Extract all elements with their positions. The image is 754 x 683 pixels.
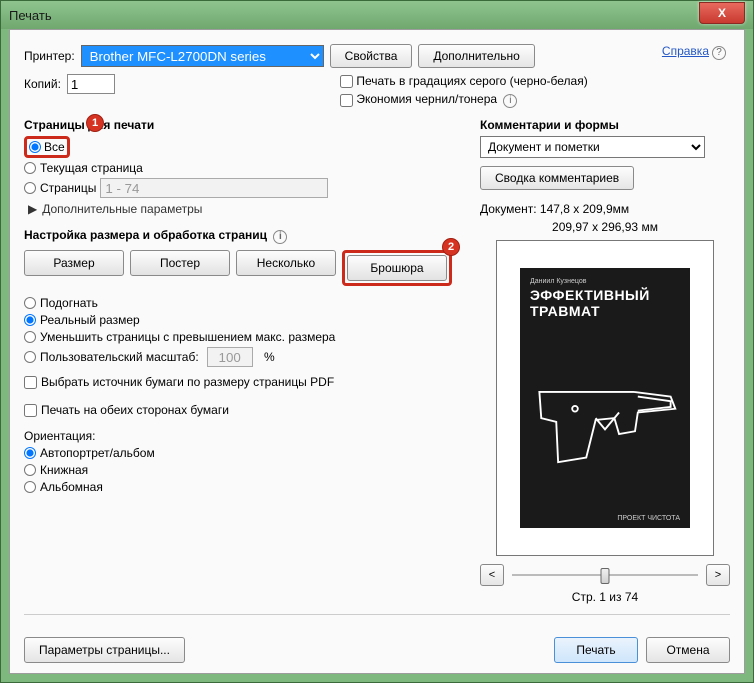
- sizing-section-title: Настройка размера и обработка страниц i: [24, 228, 466, 244]
- help-link[interactable]: Справка?: [662, 44, 726, 60]
- comments-combo[interactable]: Документ и пометки: [480, 136, 705, 158]
- ink-check-row[interactable]: Экономия чернил/тонера i: [340, 92, 588, 108]
- shrink-radio[interactable]: [24, 331, 36, 343]
- advanced-button[interactable]: Дополнительно: [418, 44, 534, 68]
- custom-scale-input[interactable]: [207, 347, 253, 367]
- pages-current-label: Текущая страница: [40, 161, 143, 175]
- close-button[interactable]: X: [699, 2, 745, 24]
- cancel-button[interactable]: Отмена: [646, 637, 730, 663]
- pages-all-label: Все: [44, 140, 65, 154]
- printer-select[interactable]: Brother MFC-L2700DN series: [81, 45, 324, 67]
- gun-illustration: [530, 325, 680, 515]
- pages-range-radio[interactable]: [24, 182, 36, 194]
- tab-multi[interactable]: Несколько: [236, 250, 336, 276]
- ink-checkbox[interactable]: [340, 94, 353, 107]
- paper-source-checkbox[interactable]: [24, 376, 37, 389]
- tab-size[interactable]: Размер: [24, 250, 124, 276]
- orient-auto-radio[interactable]: [24, 447, 36, 459]
- page-setup-button[interactable]: Параметры страницы...: [24, 637, 185, 663]
- comments-title: Комментарии и формы: [480, 118, 730, 132]
- page-counter: Стр. 1 из 74: [480, 590, 730, 604]
- grayscale-checkbox[interactable]: [340, 75, 353, 88]
- print-button[interactable]: Печать: [554, 637, 638, 663]
- copies-label: Копий:: [24, 77, 61, 91]
- orientation-title: Ориентация:: [24, 429, 466, 443]
- preview-prev-button[interactable]: <: [480, 564, 504, 586]
- preview-next-button[interactable]: >: [706, 564, 730, 586]
- close-icon: X: [718, 6, 726, 20]
- pages-all-radio[interactable]: [29, 141, 41, 153]
- duplex-checkbox[interactable]: [24, 404, 37, 417]
- orient-album-radio[interactable]: [24, 481, 36, 493]
- grayscale-check-row[interactable]: Печать в градациях серого (черно-белая): [340, 74, 588, 88]
- document-thumbnail: Даниил Кузнецов ЭФФЕКТИВНЫЙ ТРАВМАТ ПРОЕ: [520, 268, 690, 528]
- printer-label: Принтер:: [24, 49, 75, 63]
- comments-summary-button[interactable]: Сводка комментариев: [480, 166, 634, 190]
- custom-radio[interactable]: [24, 351, 36, 363]
- pages-current-radio[interactable]: [24, 162, 36, 174]
- preview-area: Даниил Кузнецов ЭФФЕКТИВНЫЙ ТРАВМАТ ПРОЕ: [496, 240, 714, 556]
- actual-radio[interactable]: [24, 314, 36, 326]
- pages-range-label: Страницы: [40, 181, 96, 195]
- page-size-text: 209,97 x 296,93 мм: [480, 220, 730, 234]
- chevron-right-icon: ▶: [28, 202, 37, 216]
- pages-range-input[interactable]: [100, 178, 328, 198]
- fit-radio[interactable]: [24, 297, 36, 309]
- preview-slider[interactable]: [512, 566, 698, 584]
- tab-poster[interactable]: Постер: [130, 250, 230, 276]
- doc-size-text: Документ: 147,8 x 209,9мм: [480, 202, 730, 216]
- properties-button[interactable]: Свойства: [330, 44, 413, 68]
- titlebar: Печать: [1, 1, 753, 29]
- help-icon: ?: [712, 46, 726, 60]
- info-icon: i: [273, 230, 287, 244]
- tab-brochure[interactable]: Брошюра: [347, 255, 447, 281]
- more-params-toggle[interactable]: ▶Дополнительные параметры: [28, 202, 466, 216]
- copies-input[interactable]: [67, 74, 115, 94]
- info-icon: i: [503, 94, 517, 108]
- window-title: Печать: [9, 8, 52, 23]
- orient-book-radio[interactable]: [24, 464, 36, 476]
